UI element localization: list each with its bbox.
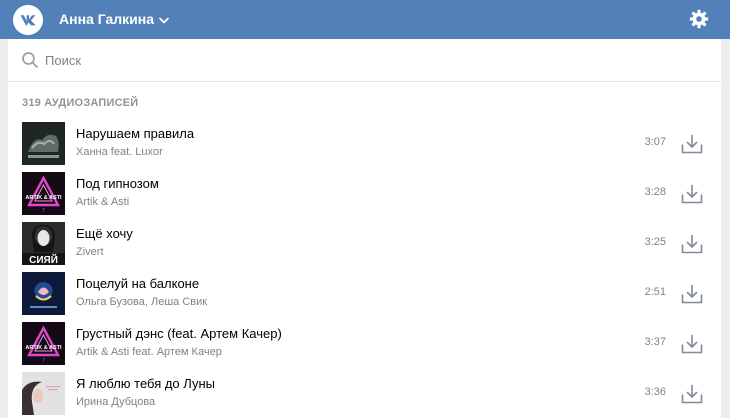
gear-icon[interactable] <box>687 7 711 31</box>
track-artist[interactable]: Artik & Asti feat. Артем Качер <box>76 346 596 358</box>
audio-count: 319 аудиозаписей <box>22 97 139 109</box>
album-cover <box>22 272 65 315</box>
track-artist[interactable]: Zivert <box>76 246 596 258</box>
track-row[interactable]: Нарушаем правила Ханна feat. Luxor 3:07 <box>8 120 721 168</box>
album-cover: ARTIK & ASTI 7 <box>22 322 65 365</box>
album-cover <box>22 372 65 415</box>
download-icon[interactable] <box>680 132 704 156</box>
track-artist[interactable]: Artik & Asti <box>76 196 596 208</box>
track-row[interactable]: ARTIK & ASTI 7 Под гипнозом Artik & Asti… <box>8 170 721 218</box>
album-cover: СИЯЙ <box>22 222 65 265</box>
chevron-down-icon <box>159 11 169 27</box>
track-duration: 3:37 <box>644 336 666 348</box>
track-duration: 3:07 <box>644 136 666 148</box>
track-duration: 2:51 <box>644 286 666 298</box>
track-artist[interactable]: Ольга Бузова, Леша Свик <box>76 296 596 308</box>
track-title: Под гипнозом <box>76 176 159 191</box>
search-icon <box>21 51 39 69</box>
cover-caption: ARTIK & ASTI <box>25 345 62 351</box>
album-cover <box>22 122 65 165</box>
download-icon[interactable] <box>680 282 704 306</box>
search-input[interactable] <box>45 48 705 72</box>
vk-logo-icon[interactable] <box>13 5 43 35</box>
track-duration: 3:25 <box>644 236 666 248</box>
user-menu[interactable]: Анна Галкина <box>59 10 169 28</box>
track-duration: 3:28 <box>644 186 666 198</box>
track-title: Ещё хочу <box>76 226 133 241</box>
search-bar <box>8 39 721 82</box>
svg-text:7: 7 <box>42 358 45 364</box>
track-row[interactable]: СИЯЙ Ещё хочу Zivert 3:25 <box>8 220 721 268</box>
audio-panel: 319 аудиозаписей Нарушаем правила Ханна … <box>8 39 721 418</box>
track-title: Грустный дэнс (feat. Артем Качер) <box>76 326 282 341</box>
track-title: Я люблю тебя до Луны <box>76 376 215 391</box>
svg-text:7: 7 <box>42 208 45 214</box>
download-icon[interactable] <box>680 182 704 206</box>
track-artist[interactable]: Ирина Дубцова <box>76 396 596 408</box>
track-row[interactable]: Поцелуй на балконе Ольга Бузова, Леша Св… <box>8 270 721 318</box>
track-row[interactable]: Я люблю тебя до Луны Ирина Дубцова 3:36 <box>8 370 721 418</box>
cover-caption: ARTIK & ASTI <box>25 195 62 201</box>
track-title: Нарушаем правила <box>76 126 195 141</box>
user-name: Анна Галкина <box>59 11 154 27</box>
album-cover: ARTIK & ASTI 7 <box>22 172 65 215</box>
top-bar: Анна Галкина <box>0 0 730 39</box>
download-icon[interactable] <box>680 232 704 256</box>
cover-caption: СИЯЙ <box>29 253 58 265</box>
track-artist[interactable]: Ханна feat. Luxor <box>76 146 596 158</box>
download-icon[interactable] <box>680 382 704 406</box>
track-title: Поцелуй на балконе <box>76 276 200 291</box>
track-row[interactable]: ARTIK & ASTI 7 Грустный дэнс (feat. Арте… <box>8 320 721 368</box>
download-icon[interactable] <box>680 332 704 356</box>
track-duration: 3:36 <box>644 386 666 398</box>
